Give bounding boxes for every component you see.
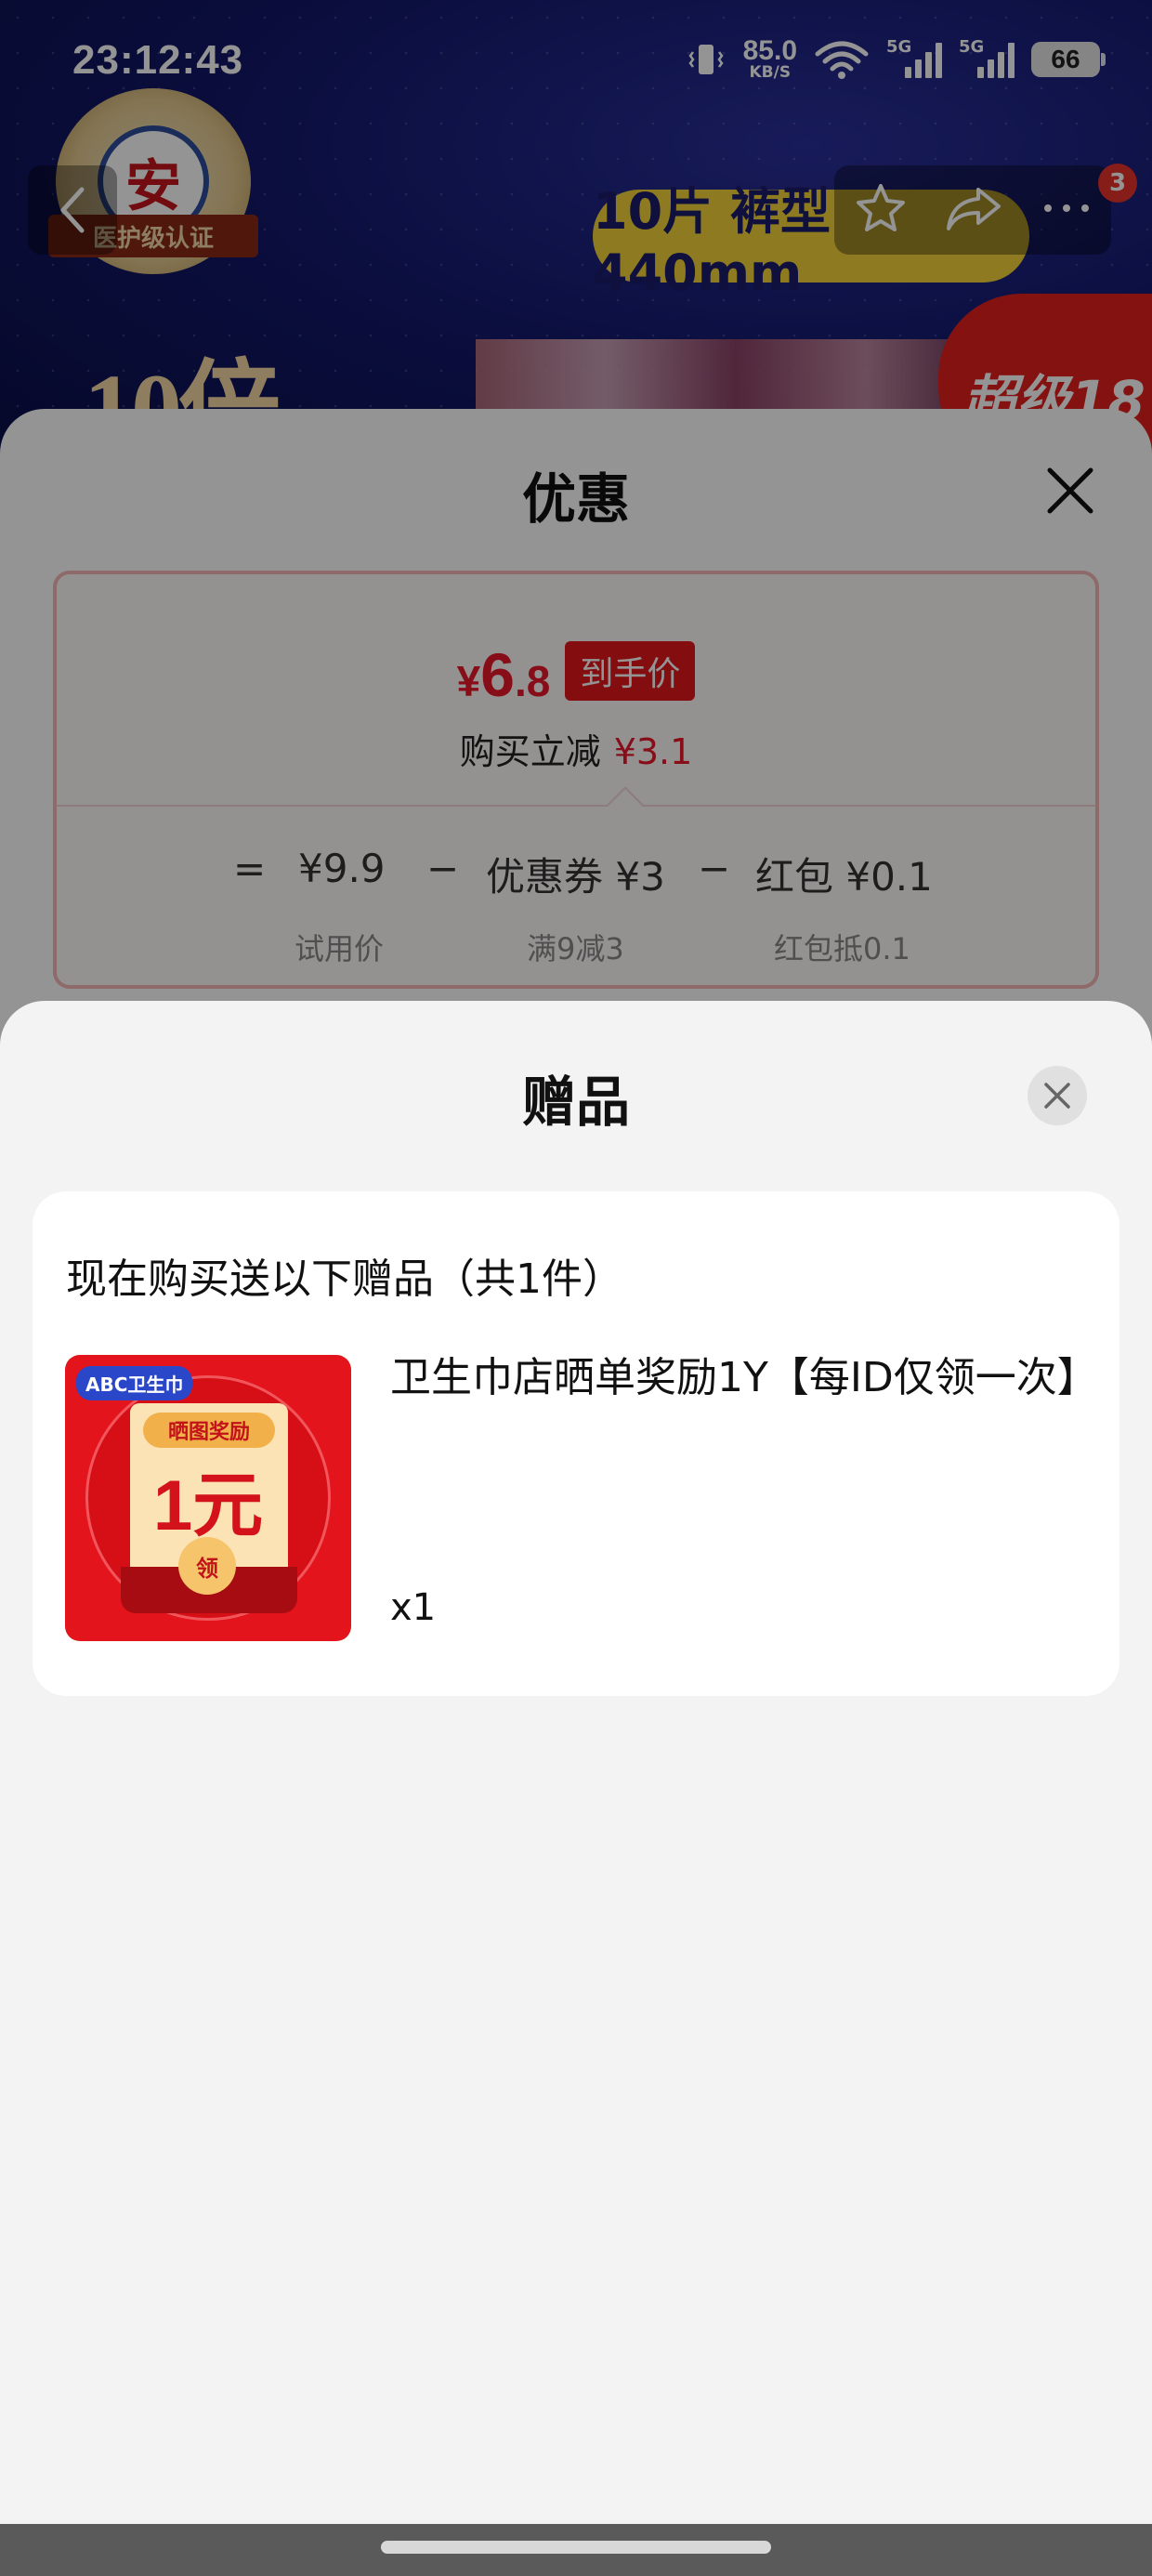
gift-thumbnail[interactable]: ABC卫生巾 晒图奖励 1元 领 [65, 1355, 351, 1641]
gift-sheet: 赠品 现在购买送以下赠品（共1件） ABC卫生巾 晒图奖励 1元 领 卫生巾店晒… [0, 1001, 1152, 2534]
gift-name: 卫生巾店晒单奖励1Y【每ID仅领一次】 [390, 1354, 1098, 1401]
thumb-tag: 晒图奖励 [143, 1413, 275, 1448]
close-icon [1044, 1083, 1070, 1109]
thumb-amount: 1元 [152, 1466, 264, 1545]
thumb-claim-badge: 领 [178, 1537, 236, 1595]
gift-quantity: x1 [390, 1586, 437, 1629]
gift-title: 赠品 [521, 1071, 630, 1134]
gift-card: 现在购买送以下赠品（共1件） ABC卫生巾 晒图奖励 1元 领 卫生巾店晒单奖励… [33, 1191, 1119, 1696]
home-indicator[interactable] [381, 2541, 771, 2554]
gift-close-button[interactable] [1028, 1066, 1087, 1125]
thumb-brand-badge: ABC卫生巾 [76, 1366, 193, 1400]
gift-heading: 现在购买送以下赠品（共1件） [66, 1255, 623, 1303]
